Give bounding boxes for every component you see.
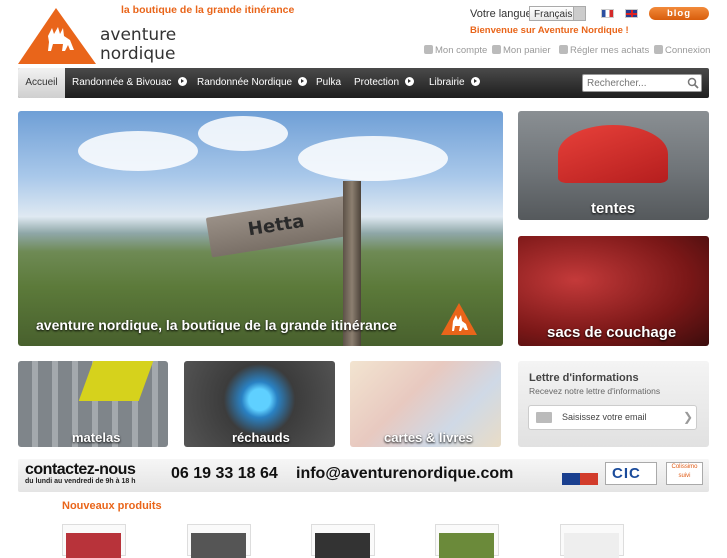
trail-sign: Hetta: [205, 194, 361, 258]
colissimo-logo: Colissimo suivi: [666, 462, 703, 485]
expand-icon: [298, 77, 308, 86]
nav-item-library[interactable]: Librairie: [429, 68, 480, 98]
category-sleeping-bags[interactable]: sacs de couchage: [518, 236, 709, 346]
colissimo-text: Colissimo suivi: [671, 464, 698, 479]
contact-title: contactez-nous: [25, 461, 136, 478]
envelope-icon: [536, 412, 552, 423]
product-thumbnail[interactable]: [187, 524, 251, 558]
product-thumbnail[interactable]: [62, 524, 126, 558]
user-icon: [424, 45, 433, 54]
nav-label-hiking-bivouac: Randonnée & Bivouac: [72, 77, 172, 88]
my-account-link[interactable]: Mon compte: [424, 45, 487, 56]
nav-label-library: Librairie: [429, 77, 465, 88]
mattress-image: [78, 361, 154, 401]
search-icon[interactable]: [687, 77, 699, 89]
nav-item-protection[interactable]: Protection: [354, 68, 415, 98]
product-thumbnail[interactable]: [560, 524, 624, 558]
hero-caption: aventure nordique, la boutique de la gra…: [36, 317, 397, 333]
newsletter-subtitle: Recevez notre lettre d'informations: [529, 386, 661, 396]
my-account-label: Mon compte: [435, 45, 488, 56]
my-cart-link[interactable]: Mon panier: [492, 45, 551, 56]
product-thumbnail[interactable]: [435, 524, 499, 558]
cart-icon: [492, 45, 501, 54]
chevron-right-icon[interactable]: ❯: [683, 410, 693, 424]
tagline: la boutique de la grande itinérance: [121, 4, 295, 16]
nav-item-home[interactable]: Accueil: [18, 68, 65, 98]
login-link[interactable]: Connexion: [654, 45, 710, 56]
cic-text: CIC: [612, 465, 641, 482]
category-tents[interactable]: tentes: [518, 111, 709, 220]
nav-item-pulka[interactable]: Pulka: [316, 68, 341, 98]
expand-icon: [177, 77, 187, 86]
brand-line2: nordique: [100, 44, 175, 64]
product-image: [564, 533, 619, 558]
language-label: Votre langue :: [470, 8, 538, 20]
contact-hours: du lundi au vendredi de 9h à 18 h: [25, 478, 136, 485]
stoves-label: réchauds: [232, 430, 290, 445]
flag-uk-icon[interactable]: [625, 9, 638, 18]
new-products-title: Nouveaux produits: [62, 500, 162, 512]
login-label: Connexion: [665, 45, 711, 56]
lock-icon: [654, 45, 663, 54]
chevron-down-icon: [573, 7, 585, 20]
nav-item-hiking-bivouac[interactable]: Randonnée & Bivouac: [72, 68, 187, 98]
my-cart-label: Mon panier: [503, 45, 551, 56]
sign-text: Hetta: [246, 210, 306, 241]
maps-books-label: cartes & livres: [384, 430, 473, 445]
newsletter-title: Lettre d'informations: [529, 372, 639, 384]
category-stoves[interactable]: réchauds: [184, 361, 335, 447]
expand-icon: [470, 77, 480, 86]
product-image: [315, 533, 370, 558]
language-value: Français: [534, 9, 573, 20]
contact-phone[interactable]: 06 19 33 18 64: [171, 465, 278, 483]
cic-bank-logo: CIC: [605, 462, 657, 485]
nav-label-nordic-hiking: Randonnée Nordique: [197, 77, 293, 88]
blog-button[interactable]: blog: [649, 7, 709, 20]
language-select[interactable]: Français: [529, 6, 586, 21]
newsletter-input-label: Saisissez votre email: [562, 412, 647, 422]
product-thumbnail[interactable]: [311, 524, 375, 558]
expand-icon: [405, 77, 415, 86]
category-mattresses[interactable]: matelas: [18, 361, 168, 447]
search-input[interactable]: [582, 74, 702, 92]
nav-label-home: Accueil: [25, 77, 58, 88]
product-image: [66, 533, 121, 558]
hero-banner[interactable]: Hetta aventure nordique, la boutique de …: [18, 111, 503, 346]
tent-image: [558, 125, 668, 183]
payment-cards-icon: [562, 473, 598, 485]
nav-label-pulka: Pulka: [316, 77, 342, 88]
welcome-message: Bienvenue sur Aventure Nordique !: [470, 25, 629, 36]
flag-fr-icon[interactable]: [601, 9, 614, 18]
reindeer-logo-icon: [441, 303, 477, 335]
nav-item-nordic-hiking[interactable]: Randonnée Nordique: [197, 68, 308, 98]
tents-label: tentes: [591, 200, 636, 217]
contact-email[interactable]: info@aventurenordique.com: [296, 465, 513, 483]
product-image: [191, 533, 246, 558]
category-maps-books[interactable]: cartes & livres: [350, 361, 501, 447]
checkout-label: Régler mes achats: [570, 45, 650, 56]
checkout-cart-icon: [559, 45, 568, 54]
product-image: [439, 533, 494, 558]
mattresses-label: matelas: [72, 430, 121, 445]
sleeping-bags-label: sacs de couchage: [547, 324, 677, 341]
nav-label-protection: Protection: [354, 77, 400, 88]
checkout-link[interactable]: Régler mes achats: [559, 45, 649, 56]
brand-line1: aventure: [100, 25, 176, 45]
